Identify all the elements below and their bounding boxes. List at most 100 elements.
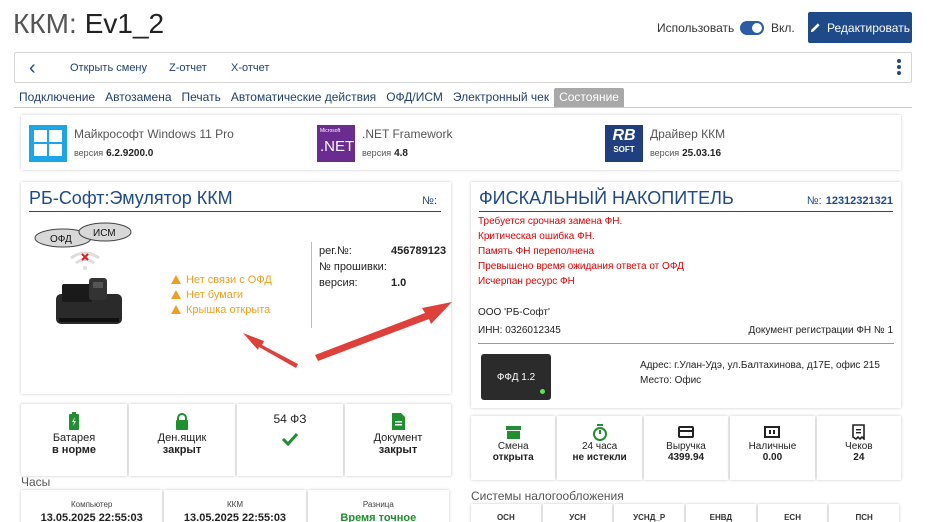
tax-item: ПСН <box>829 504 900 522</box>
edit-button[interactable]: Редактировать <box>808 12 912 43</box>
software-version: версия 4.8 <box>362 148 408 159</box>
tab-auto-actions[interactable]: Автоматические действия <box>226 88 381 108</box>
timer-icon <box>592 423 607 441</box>
edit-button-label: Редактировать <box>827 20 910 35</box>
tax-item: ОСН <box>471 504 541 522</box>
title-prefix: ККМ: <box>13 8 77 39</box>
tax-systems-row: ОСН УСН УСНД_Р ЕНВД ЕСН ПСН <box>471 504 901 522</box>
clock-difference: Разница Время точное <box>307 490 449 522</box>
error-item: Превышено время ожидания ответа от ОФД <box>478 261 684 272</box>
fn-address: Адрес: г.Улан-Удэ, ул.Балтахинова, д17Е,… <box>640 360 880 371</box>
page-title: ККМ: Ev1_2 <box>13 8 164 40</box>
tax-item: ЕСН <box>757 504 828 522</box>
no-signal-icon <box>70 251 100 270</box>
inn-value: ИНН: 0326012345 <box>478 325 561 336</box>
chip-led-icon <box>540 389 545 394</box>
back-arrow-icon[interactable]: ‹ <box>29 58 36 78</box>
info-row-reg: рег.№: 456789123 <box>319 245 447 257</box>
check-icon <box>281 432 299 446</box>
action-toolbar: ‹ Открыть смену Z-отчет X-отчет <box>14 52 912 83</box>
svg-text:ИСМ: ИСМ <box>93 228 116 239</box>
shift-status-tiles: Смена открыта 24 часа не истекли Выручка… <box>471 416 902 480</box>
receipt-icon <box>852 424 866 440</box>
clock-kkm: ККМ 13.05.2025 22:55:03 <box>164 490 306 522</box>
pencil-icon <box>810 23 820 33</box>
kkm-info-divider <box>311 242 312 328</box>
software-panel: Майкрософт Windows 11 Pro версия 6.2.9200… <box>21 115 901 170</box>
status-cash-drawer: Ден.ящик закрыт <box>129 404 235 476</box>
dotnet-logo-icon: Microsoft .NET <box>317 125 355 162</box>
open-shift-button[interactable]: Открыть смену <box>70 62 147 74</box>
software-version: версия 25.03.16 <box>650 148 722 159</box>
cash-icon <box>764 426 781 438</box>
kkm-panel: РБ-Софт:Эмулятор ККМ №: ОФД ИСМ Нет связ… <box>21 182 451 394</box>
fn-title-underline <box>479 211 893 212</box>
warning-item: Нет связи с ОФД <box>171 274 272 289</box>
x-report-button[interactable]: X-отчет <box>231 62 269 74</box>
battery-icon <box>69 412 79 430</box>
tax-item: ЕНВД <box>686 504 756 522</box>
error-item: Требуется срочная замена ФН. <box>478 216 623 227</box>
svg-text:ОФД: ОФД <box>50 234 72 245</box>
tax-item: УСНД_Р <box>614 504 685 522</box>
status-receipts: Чеков 24 <box>816 416 902 480</box>
document-icon <box>391 412 405 430</box>
rbsoft-logo-icon: RB SOFT <box>605 125 643 162</box>
fn-chip-icon: ФФД 1.2 <box>481 354 551 400</box>
fiscal-storage-panel: ФИСКАЛЬНЫЙ НАКОПИТЕЛЬ №: 12312321321 Треб… <box>471 182 901 408</box>
clock-computer: Компьютер 13.05.2025 22:55:03 <box>21 490 163 522</box>
status-battery: Батарея в норме <box>21 404 127 476</box>
status-revenue: Выручка 4399.94 <box>643 416 729 480</box>
tab-divider <box>14 107 912 108</box>
ofd-ism-cloud-icon: ОФД ИСМ <box>34 222 132 248</box>
windows-logo-icon <box>29 125 67 162</box>
status-cash: Наличные 0.00 <box>730 416 815 480</box>
more-menu-icon[interactable] <box>897 59 901 77</box>
tab-bar: Подключение Автозамена Печать Автоматиче… <box>14 88 624 108</box>
software-version: версия 6.2.9200.0 <box>74 148 154 159</box>
use-toggle[interactable] <box>740 21 764 35</box>
toggle-state-label: Вкл. <box>771 21 795 35</box>
ffd-version: ФФД 1.2 <box>496 371 536 383</box>
tab-print[interactable]: Печать <box>177 88 226 108</box>
card-icon <box>678 426 695 438</box>
fn-title: ФИСКАЛЬНЫЙ НАКОПИТЕЛЬ <box>479 188 734 208</box>
use-label: Использовать <box>657 21 735 35</box>
fn-registration-doc: Документ регистрации ФН № 1 <box>748 325 893 336</box>
kkm-number-label: №: <box>422 195 437 207</box>
title-value: Ev1_2 <box>84 8 165 39</box>
tax-item: УСН <box>542 504 613 522</box>
warning-icon <box>171 290 181 299</box>
error-item: Исчерпан ресурс ФН <box>478 276 575 287</box>
tab-connection[interactable]: Подключение <box>14 88 100 108</box>
lock-icon <box>176 412 188 430</box>
warning-item: Нет бумаги <box>171 289 272 304</box>
tab-status[interactable]: Состояние <box>554 88 624 108</box>
warning-icon <box>171 305 181 314</box>
tab-autoreplace[interactable]: Автозамена <box>100 88 176 108</box>
info-row-version: версия: 1.0 <box>319 277 407 289</box>
warning-icon <box>171 275 181 284</box>
software-name: Драйвер ККМ <box>650 127 726 141</box>
clocks-row: Компьютер 13.05.2025 22:55:03 ККМ 13.05.… <box>21 490 451 522</box>
status-document: Документ закрыт <box>345 404 451 476</box>
software-name: Майкрософт Windows 11 Pro <box>74 127 234 141</box>
info-row-firmware: № прошивки: <box>319 261 387 273</box>
organization-name: ООО 'РБ-Софт' <box>478 307 550 318</box>
kkm-title: РБ-Софт:Эмулятор ККМ <box>29 188 233 208</box>
kkm-info: рег.№: 456789123 № прошивки: версия: 1.0 <box>319 245 447 293</box>
kkm-status-tiles: Батарея в норме Ден.ящик закрыт 54 ФЗ До… <box>21 404 451 476</box>
tab-ofd-ism[interactable]: ОФД/ИСМ <box>381 88 448 108</box>
status-54fz: 54 ФЗ <box>237 404 343 476</box>
tab-e-receipt[interactable]: Электронный чек <box>448 88 554 108</box>
cash-register-icon <box>56 278 122 324</box>
fn-divider <box>478 343 894 344</box>
tax-title: Системы налогообложения <box>471 489 624 503</box>
status-24h: 24 часа не истекли <box>557 416 642 480</box>
shift-icon <box>505 425 521 439</box>
z-report-button[interactable]: Z-отчет <box>169 62 207 74</box>
toggle-knob <box>752 23 762 33</box>
fn-place: Место: Офис <box>640 375 702 386</box>
status-shift: Смена открыта <box>471 416 556 480</box>
fn-errors: Требуется срочная замена ФН. Критическая… <box>478 216 684 291</box>
